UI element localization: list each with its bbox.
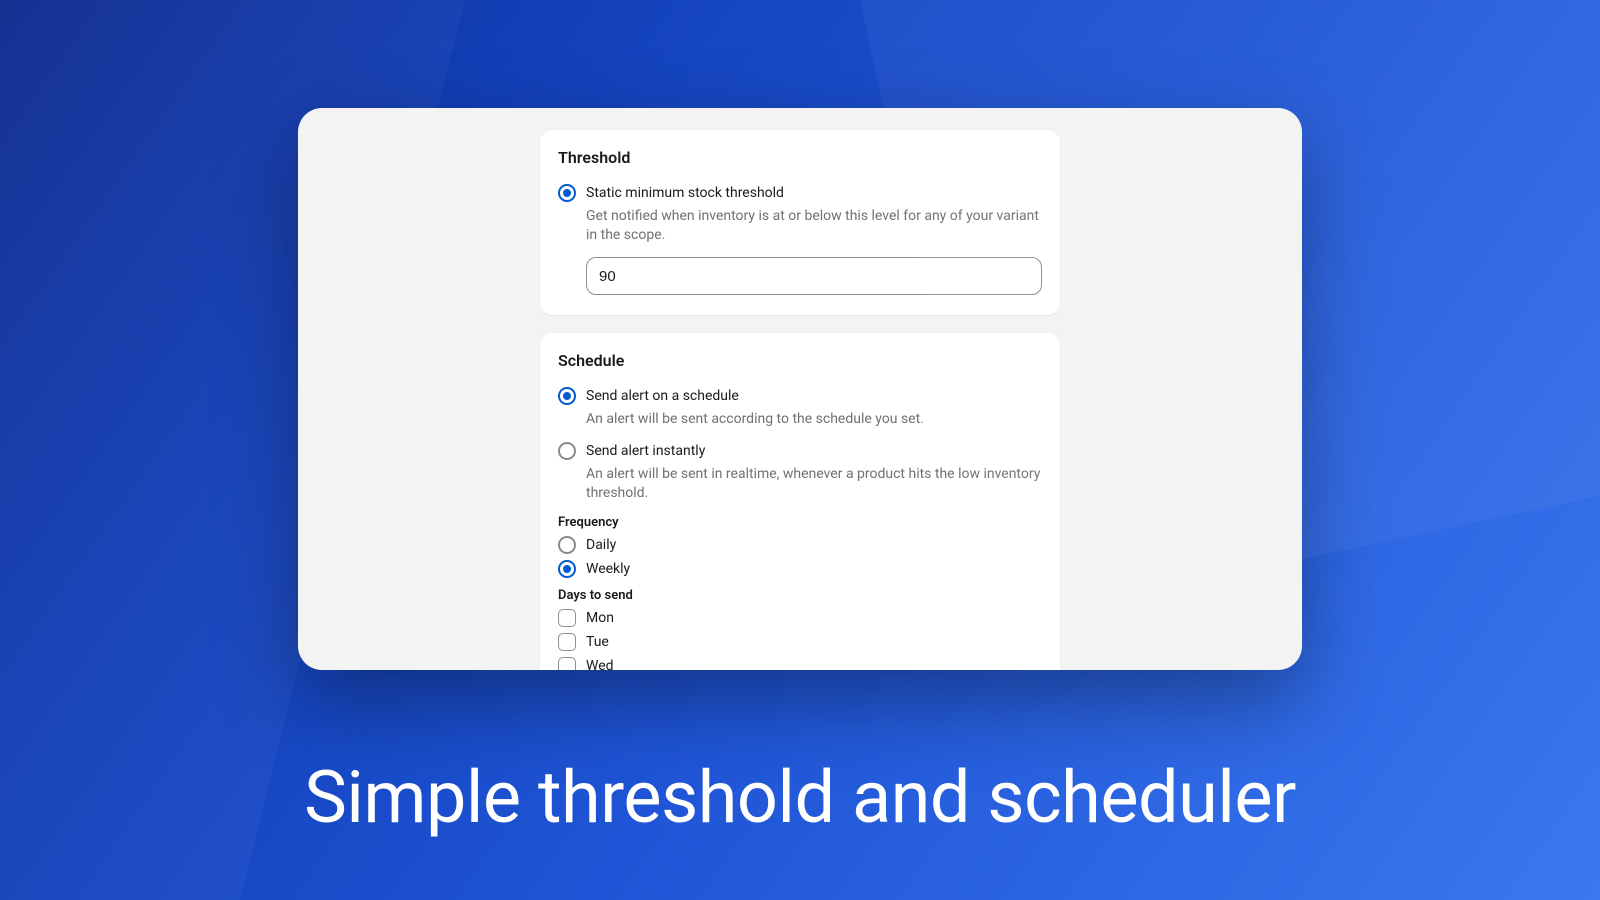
schedule-instant-desc: An alert will be sent in realtime, whene… [586, 465, 1042, 503]
settings-window: Threshold Static minimum stock threshold… [298, 108, 1302, 670]
frequency-daily[interactable]: Daily [558, 536, 1042, 554]
day-mon[interactable]: Mon [558, 609, 1042, 627]
promo-tagline: Simple threshold and scheduler [0, 755, 1600, 840]
day-tue-checkbox[interactable] [558, 633, 576, 651]
day-tue[interactable]: Tue [558, 633, 1042, 651]
schedule-mode-scheduled[interactable]: Send alert on a schedule [558, 386, 1042, 406]
frequency-weekly[interactable]: Weekly [558, 560, 1042, 578]
day-mon-checkbox[interactable] [558, 609, 576, 627]
schedule-instant-label: Send alert instantly [586, 441, 705, 461]
day-wed-checkbox[interactable] [558, 657, 576, 670]
threshold-static-option[interactable]: Static minimum stock threshold [558, 183, 1042, 203]
day-wed[interactable]: Wed [558, 657, 1042, 670]
frequency-label: Frequency [558, 515, 1042, 530]
threshold-static-radio[interactable] [558, 184, 576, 202]
threshold-title: Threshold [558, 148, 1042, 167]
day-wed-label: Wed [586, 658, 614, 670]
schedule-scheduled-label: Send alert on a schedule [586, 386, 739, 406]
threshold-static-desc: Get notified when inventory is at or bel… [586, 207, 1042, 245]
frequency-daily-label: Daily [586, 537, 616, 553]
frequency-weekly-radio[interactable] [558, 560, 576, 578]
day-tue-label: Tue [586, 634, 609, 650]
threshold-static-label: Static minimum stock threshold [586, 183, 784, 203]
schedule-mode-instant[interactable]: Send alert instantly [558, 441, 1042, 461]
frequency-daily-radio[interactable] [558, 536, 576, 554]
threshold-card: Threshold Static minimum stock threshold… [540, 130, 1060, 315]
day-mon-label: Mon [586, 610, 614, 626]
frequency-weekly-label: Weekly [586, 561, 630, 577]
schedule-card: Schedule Send alert on a schedule An ale… [540, 333, 1060, 670]
schedule-scheduled-radio[interactable] [558, 387, 576, 405]
schedule-scheduled-desc: An alert will be sent according to the s… [586, 410, 1042, 429]
threshold-value-input[interactable] [586, 257, 1042, 295]
days-label: Days to send [558, 588, 1042, 603]
promo-background: Threshold Static minimum stock threshold… [0, 0, 1600, 900]
schedule-instant-radio[interactable] [558, 442, 576, 460]
schedule-title: Schedule [558, 351, 1042, 370]
settings-scroll[interactable]: Threshold Static minimum stock threshold… [298, 108, 1302, 670]
